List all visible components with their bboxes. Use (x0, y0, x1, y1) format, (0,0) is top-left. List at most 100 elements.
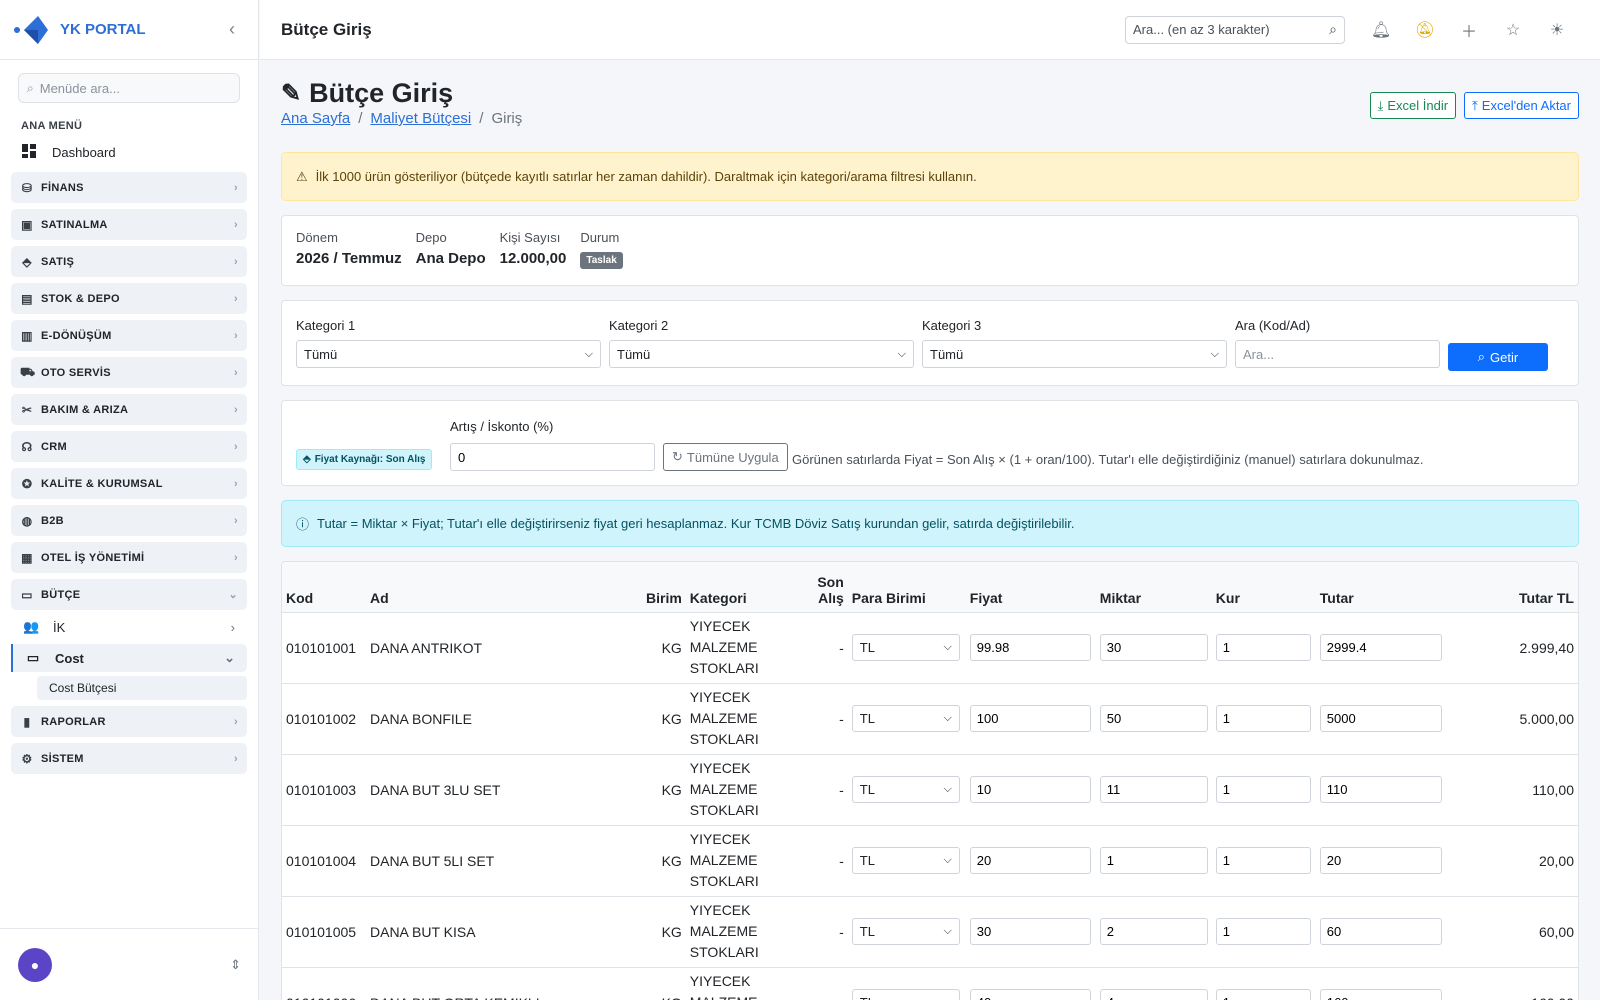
currency-select[interactable]: TL⌵ (851, 989, 960, 1000)
rate-input[interactable] (1215, 918, 1311, 945)
rate-input[interactable] (1215, 705, 1311, 732)
cell-tutar-tl: 110,00 (1445, 754, 1578, 826)
category3-select[interactable]: Tümü ⌵ (922, 340, 1227, 368)
sidebar-item-ik[interactable]: 👥 İK › (11, 613, 247, 641)
sidebar-item-10[interactable]: ▦ OTEL İŞ YÖNETİMİ › (11, 542, 247, 573)
sidebar-item-5[interactable]: ⛟ OTO SERVİS › (11, 357, 247, 388)
sidebar-item-label: BÜTÇE (41, 588, 81, 601)
col-ad[interactable]: Ad (366, 562, 642, 613)
col-son-alis[interactable]: Son Alış (765, 562, 848, 613)
amount-input[interactable] (1319, 634, 1442, 661)
col-kur[interactable]: Kur (1211, 562, 1316, 613)
currency-select[interactable]: TL⌵ (851, 705, 960, 732)
col-tutar[interactable]: Tutar (1315, 562, 1446, 613)
price-input[interactable] (969, 705, 1091, 732)
breadcrumb-home[interactable]: Ana Sayfa (281, 110, 350, 127)
wallet-icon: ▭ (21, 587, 33, 602)
col-para-birimi[interactable]: Para Birimi (847, 562, 966, 613)
price-input[interactable] (969, 634, 1091, 661)
user-avatar[interactable]: ● (18, 947, 52, 982)
sun-icon[interactable]: ☀ (1535, 20, 1579, 40)
sidebar-item-4[interactable]: ▥ E-DÖNÜŞÜM › (11, 320, 247, 351)
sidebar-item-3[interactable]: ▤ STOK & DEPO › (11, 283, 247, 314)
sidebar-item-11[interactable]: ▭ BÜTÇE ⌄ (11, 579, 247, 610)
plus-icon[interactable]: ＋ (1447, 18, 1491, 42)
code-name-search-input[interactable] (1235, 340, 1440, 368)
table-row: 010101003 DANA BUT 3LU SET KG YIYECEK MALZEM… (282, 754, 1578, 826)
sidebar-menu-list: ⛁ FİNANS › ▣ SATINALMA › ⬘ SATIŞ › ▤ STOK & DEPO › ▥… (0, 172, 258, 610)
rate-input[interactable] (1215, 989, 1311, 1000)
currency-select[interactable]: TL⌵ (851, 847, 960, 874)
sidebar-item-dashboard[interactable]: Dashboard (0, 138, 258, 166)
sidebar-item-0[interactable]: ⛁ FİNANS › (11, 172, 247, 203)
sidebar-item-label: Cost (55, 650, 84, 666)
star-icon[interactable]: ☆ (1491, 20, 1535, 40)
quantity-input[interactable] (1099, 705, 1208, 732)
excel-import-button[interactable]: ⤒ Excel'den Aktar (1464, 92, 1579, 119)
sidebar-item-label: OTEL İŞ YÖNETİMİ (41, 551, 145, 564)
sidebar-item-7[interactable]: ☊ CRM › (11, 431, 247, 462)
price-input[interactable] (969, 918, 1091, 945)
bell-off-icon[interactable]: 🔕︎ (1403, 20, 1447, 40)
amount-input[interactable] (1319, 705, 1442, 732)
price-input[interactable] (969, 847, 1091, 874)
quantity-input[interactable] (1099, 847, 1208, 874)
col-kod[interactable]: Kod (282, 562, 366, 613)
amount-input[interactable] (1319, 918, 1442, 945)
col-birim[interactable]: Birim (642, 562, 686, 613)
cell-miktar (1095, 825, 1212, 897)
sidebar-item-after-1[interactable]: ⚙ SİSTEM › (11, 743, 247, 774)
quantity-input[interactable] (1099, 634, 1208, 661)
price-input[interactable] (969, 989, 1091, 1000)
sidebar-item-cost[interactable]: ▭ Cost ⌄ (11, 644, 247, 672)
currency-select[interactable]: TL⌵ (851, 776, 960, 803)
rate-input[interactable] (1215, 634, 1311, 661)
chevron-right-icon: › (234, 551, 238, 564)
bell-icon[interactable]: 🔔︎ (1359, 20, 1403, 40)
cell-para-birimi: TL⌵ (847, 896, 966, 968)
chevron-right-icon: › (234, 752, 238, 765)
cell-fiyat (965, 683, 1096, 755)
global-search-input[interactable] (1133, 22, 1330, 37)
expand-collapse-icon[interactable]: ⇕ (230, 957, 241, 973)
cell-para-birimi: TL⌵ (847, 825, 966, 897)
category1-select[interactable]: Tümü ⌵ (296, 340, 601, 368)
col-tutar-tl[interactable]: Tutar TL (1445, 562, 1578, 613)
sidebar-item-1[interactable]: ▣ SATINALMA › (11, 209, 247, 240)
menu-search-input[interactable] (39, 80, 231, 96)
sidebar-item-label: B2B (41, 514, 64, 527)
rate-input[interactable] (1215, 776, 1311, 803)
currency-select[interactable]: TL⌵ (851, 634, 960, 661)
quantity-input[interactable] (1099, 776, 1208, 803)
sidebar-item-2[interactable]: ⬘ SATIŞ › (11, 246, 247, 277)
sidebar-item-9[interactable]: ◍ B2B › (11, 505, 247, 536)
amount-input[interactable] (1319, 847, 1442, 874)
rate-input[interactable] (1215, 847, 1311, 874)
category2-select[interactable]: Tümü ⌵ (609, 340, 914, 368)
quantity-input[interactable] (1099, 989, 1208, 1000)
sidebar-item-8[interactable]: ✪ KALİTE & KURUMSAL › (11, 468, 247, 499)
sidebar-item-cost-budget[interactable]: Cost Bütçesi (37, 676, 247, 700)
currency-select[interactable]: TL⌵ (851, 918, 960, 945)
cell-kod: 010101002 (282, 683, 366, 755)
collapse-sidebar-icon[interactable]: ‹ (220, 19, 244, 40)
fetch-button[interactable]: ⌕ Getir (1448, 343, 1548, 371)
search-icon[interactable]: ⌕ (1329, 21, 1337, 38)
quantity-input[interactable] (1099, 918, 1208, 945)
col-miktar[interactable]: Miktar (1095, 562, 1212, 613)
col-kategori[interactable]: Kategori (685, 562, 766, 613)
sidebar-item-6[interactable]: ✂ BAKIM & ARIZA › (11, 394, 247, 425)
headcount-field: Kişi Sayısı 12.000,00 (499, 230, 567, 267)
amount-input[interactable] (1319, 776, 1442, 803)
col-fiyat[interactable]: Fiyat (965, 562, 1096, 613)
cell-fiyat (965, 754, 1096, 826)
amount-input[interactable] (1319, 989, 1442, 1000)
edit-icon: ✎ (281, 80, 302, 107)
sidebar-item-after-0[interactable]: ▮ RAPORLAR › (11, 706, 247, 737)
apply-all-button[interactable]: ↻ Tümüne Uygula (663, 443, 788, 471)
price-input[interactable] (969, 776, 1091, 803)
excel-download-button[interactable]: ⤓ Excel İndir (1369, 92, 1457, 119)
increase-input[interactable] (450, 443, 655, 471)
cell-miktar (1095, 612, 1212, 684)
breadcrumb-budget[interactable]: Maliyet Bütçesi (370, 110, 471, 127)
